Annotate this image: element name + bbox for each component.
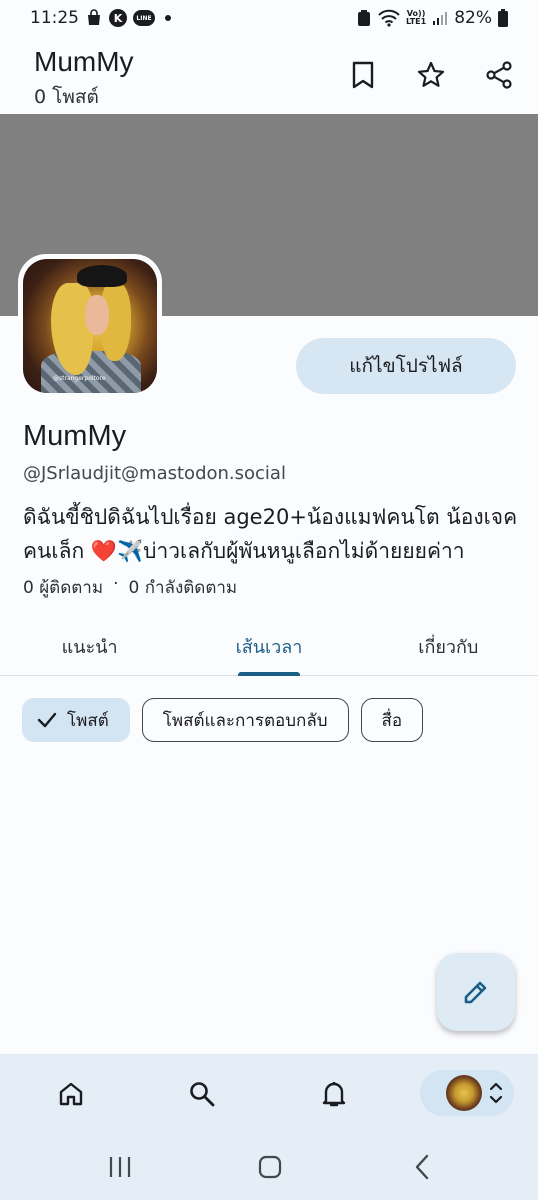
volte-indicator: Vo)) LTE1: [405, 9, 427, 26]
home-icon: [59, 1082, 83, 1106]
follow-stats: 0 ผู้ติดตาม · 0 กำลังติดตาม: [23, 574, 237, 601]
search-icon: [190, 1082, 215, 1107]
display-name: MumMy: [23, 420, 127, 452]
back-icon: [415, 1154, 429, 1180]
bell-icon: [322, 1082, 346, 1107]
stats-separator: ·: [113, 574, 119, 594]
notification-dot-icon: [165, 15, 171, 21]
home-button-icon: [258, 1155, 282, 1179]
followers-count[interactable]: 0 ผู้ติดตาม: [23, 574, 103, 601]
recycle-icon: [356, 9, 372, 27]
chip-media[interactable]: สื่อ: [360, 698, 424, 742]
status-time: 11:25: [30, 8, 79, 28]
following-count[interactable]: 0 กำลังติดตาม: [128, 574, 237, 601]
nav-search[interactable]: [179, 1072, 225, 1116]
bag-icon: [85, 9, 103, 27]
timeline-filter-chips: โพสต์ โพสต์และการตอบกลับ สื่อ: [22, 698, 424, 742]
compose-button[interactable]: [437, 953, 515, 1031]
avatar-caption: @strangerpoltore: [53, 375, 106, 382]
recents-icon: [109, 1157, 131, 1177]
profile-tabs: แนะนำ เส้นเวลา เกี่ยวกับ: [0, 618, 538, 676]
account-handle: @JSrlaudjit@mastodon.social: [23, 463, 286, 484]
system-navigation-bar: [0, 1134, 538, 1200]
star-icon: [417, 61, 445, 87]
nav-home[interactable]: [48, 1072, 94, 1116]
home-system-button[interactable]: [250, 1150, 290, 1184]
status-bar: 11:25 K LINE Vo)) LTE1 82%: [0, 0, 538, 36]
profile-avatar[interactable]: @strangerpoltore: [18, 254, 162, 398]
check-icon: [37, 712, 57, 728]
bottom-navigation: [0, 1054, 538, 1134]
tab-timeline[interactable]: เส้นเวลา: [179, 618, 358, 676]
chip-posts-and-replies[interactable]: โพสต์และการตอบกลับ: [141, 698, 349, 742]
battery-icon: [498, 9, 508, 27]
page-title: MumMy: [34, 46, 134, 77]
nav-notifications[interactable]: [311, 1072, 357, 1116]
line-app-icon: LINE: [133, 10, 155, 26]
share-button[interactable]: [476, 54, 522, 96]
wifi-icon: [378, 9, 400, 27]
edit-icon: [464, 981, 487, 1004]
chip-posts[interactable]: โพสต์: [22, 698, 130, 742]
battery-percent: 82%: [454, 8, 492, 28]
tab-about[interactable]: เกี่ยวกับ: [359, 618, 538, 675]
chevron-updown-icon: [489, 1082, 503, 1104]
account-switcher[interactable]: [420, 1070, 514, 1116]
profile-bio: ดิฉันขี้ชิปดิฉันไปเรื่อย age20+น้องแมฟคน…: [23, 505, 518, 563]
nav-avatar: [446, 1075, 482, 1111]
top-app-bar: MumMy 0 โพสต์: [0, 36, 538, 114]
active-tab-indicator: [237, 672, 300, 676]
recents-button[interactable]: [100, 1150, 140, 1184]
tab-featured[interactable]: แนะนำ: [0, 618, 179, 675]
signal-icon: [432, 10, 448, 26]
edit-profile-button[interactable]: แก้ไขโปรไฟล์: [296, 338, 516, 394]
post-count: 0 โพสต์: [34, 86, 99, 108]
bookmark-icon: [352, 61, 374, 89]
avatar-image: @strangerpoltore: [23, 259, 157, 393]
favourite-button[interactable]: [408, 54, 454, 96]
k-app-icon: K: [109, 9, 127, 27]
share-icon: [486, 61, 512, 89]
back-button[interactable]: [402, 1150, 442, 1184]
bookmark-button[interactable]: [340, 54, 386, 96]
